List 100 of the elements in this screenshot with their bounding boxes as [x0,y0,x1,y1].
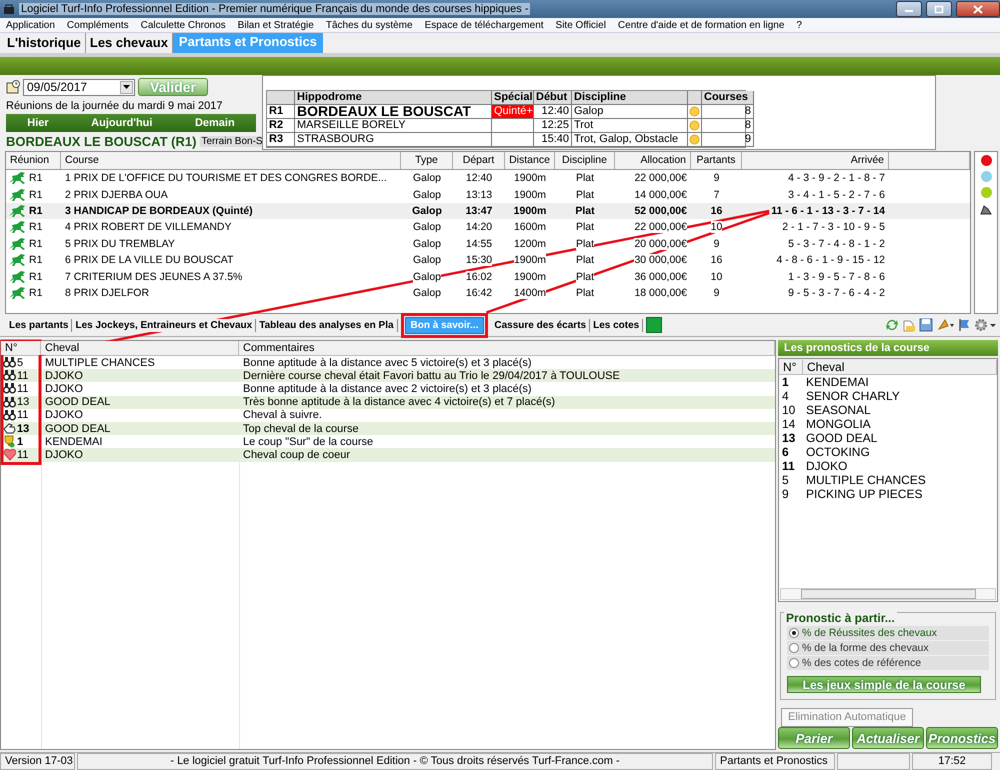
date-field[interactable]: 09/05/2017 [23,78,135,96]
horse-number: 6 [782,445,790,459]
column-header[interactable]: Réunion [6,152,61,169]
status-dot[interactable] [980,155,992,166]
table-cell-text: 16:42 [464,286,494,299]
refresh-icon[interactable] [885,318,899,332]
hand-icon [3,422,16,436]
column-header[interactable]: Cheval [803,360,997,374]
radio-option[interactable]: % de la forme des chevaux [787,640,989,655]
horse-name: GOOD DEAL [806,431,878,445]
status-dot[interactable] [980,187,992,198]
horse-number: 9 [782,487,790,501]
gear-icon[interactable] [974,318,996,332]
menu-item[interactable]: Calculette Chronos [134,20,232,30]
table-cell-text: 5 - 3 - 7 - 4 - 8 - 1 - 2 [787,238,886,250]
radio-option[interactable]: % de Réussites des chevaux [787,626,989,640]
status-text: - Le logiciel gratuit Turf-Info Professionnel Edition - © Tous droits réservés Turf-France.com - [77,753,713,770]
table-cell-text: 1 - 3 - 9 - 5 - 7 - 8 - 6 [787,270,886,283]
column-header[interactable]: N° [1,341,41,355]
menu-item[interactable]: Centre d'aide et de formation en ligne [612,20,790,30]
table-cell-text: 36 000,00€ [633,270,688,283]
horse-name: SEASONAL [806,403,872,417]
race-row[interactable]: R1 2 PRIX DJERBA OUA Galop 13:13 1900m Plat 14 000,00€ 7 3 - 4 - 1 - 5 - 2 - 7 - 6 [6,186,970,203]
table-cell: 12:25 [534,119,572,133]
column-header[interactable]: Départ [453,152,505,169]
column-header[interactable]: Course [61,152,401,169]
table-cell-text: 1 PRIX DE L'OFFICE DU TOURISME ET DES CONGRES BORDE... [64,172,388,184]
table-cell-text: 14 000,00€ [633,188,688,201]
menu-item[interactable]: Espace de téléchargement [418,20,550,30]
table-cell-text: Plat [574,221,596,234]
horse-number: 4 [782,389,790,403]
horse-rider-icon [8,220,26,234]
horse-rider-icon [8,204,26,218]
window-title: Logiciel Turf-Info Professionnel Edition - Premier numérique Français du monde des courses hippiques - [19,3,530,15]
table-cell-text: 5 PRIX DU TREMBLAY [64,238,176,250]
table-cell-text: Galop [412,221,442,234]
column-header[interactable]: Partants [691,152,742,169]
table-cell-text: Galop [412,172,442,184]
menu-item[interactable]: Site Officiel [550,20,612,30]
save-icon[interactable] [919,318,933,332]
table-cell-text: Très bonne aptitude à la distance avec 4 victoire(s) et 7 placé(s) [242,396,556,408]
flag-icon[interactable] [957,318,971,332]
meeting-name[interactable]: STRASBOURG [295,133,492,147]
column-header[interactable]: Type [401,152,453,169]
day-link[interactable]: Aujourd'hui [91,117,152,129]
document-icon[interactable] [902,318,916,332]
horse-name: DJOKO [806,459,848,473]
day-link[interactable]: Demain [194,117,235,129]
horse-number: 11 [782,459,796,473]
race-row[interactable]: R1 7 CRITERIUM DES JEUNES A 37.5% Galop 16:02 1900m Plat 36 000,00€ 10 1 - 3 - 9 - 5 - 7 - 8 - 6 [6,268,970,285]
minimize-button[interactable] [896,1,922,17]
mountain-icon[interactable] [980,203,992,215]
table-cell-text: 16 [710,254,724,266]
menu-item[interactable]: Application [0,20,61,30]
status-dot[interactable] [980,171,992,182]
race-row[interactable]: R1 6 PRIX DE LA VILLE DU BOUSCAT Galop 15:30 1900m Plat 30 000,00€ 16 4 - 8 - 6 - 1 - 9 - 15 - 12 [6,252,970,268]
close-icon [973,4,983,14]
table-cell-text: DJOKO [44,382,84,395]
radio-option[interactable]: % des cotes de référence [787,656,989,670]
race-row[interactable]: R1 4 PRIX ROBERT DE VILLEMANDY Galop 14:20 1600m Plat 22 000,00€ 10 2 - 1 - 7 - 3 - 10 - 9 - 5 [6,219,970,236]
column-header[interactable]: Allocation [615,152,691,169]
table-cell-text: Galop [412,188,442,201]
tab[interactable]: Tableau des analyses en Pla [256,318,398,332]
column-header[interactable]: N° [779,360,803,374]
maximize-icon [934,4,944,14]
day-link[interactable]: Hier [27,117,49,129]
race-row[interactable]: R1 5 PRIX DU TREMBLAY Galop 14:55 1200m Plat 20 000,00€ 9 5 - 3 - 7 - 4 - 8 - 1 - 2 [6,236,970,252]
meeting-name[interactable]: MARSEILLE BORELY [295,119,492,133]
square-tab[interactable] [646,317,662,333]
menu-item[interactable]: ? [790,20,808,30]
horse-number: 5 [782,473,790,487]
table-cell-text: 7 CRITERIUM DES JEUNES A 37.5% [64,270,244,283]
column-header[interactable]: Arrivée [742,152,889,169]
column-header[interactable]: Distance [505,152,555,169]
menu-item[interactable]: Tâches du système [320,20,419,30]
table-cell: 8 [702,119,754,133]
table-cell-text: 2 PRIX DJERBA OUA [64,188,169,201]
horizontal-scrollbar[interactable] [780,588,996,600]
column-header[interactable]: Discipline [555,152,615,169]
table-cell-text: 11 - 6 - 1 - 13 - 3 - 7 - 14 [770,204,886,217]
race-row[interactable]: R1 8 PRIX DJELFOR Galop 16:42 1400m Plat 18 000,00€ 9 9 - 5 - 3 - 7 - 6 - 4 - 2 [6,284,970,302]
table-cell-text: KENDEMAI [44,436,104,448]
maximize-button[interactable] [926,1,952,17]
race-row[interactable]: R1 1 PRIX DE L'OFFICE DU TOURISME ET DES CONGRES BORDE... Galop 12:40 1900m Plat 22 000,00€ 9 4 - 3 - 9 - 2 - 1 - 8 - 7 [6,170,970,186]
close-button[interactable] [956,1,1000,17]
meeting-name[interactable]: BORDEAUX LE BOUSCAT [295,105,492,119]
column-header: Début [534,91,572,105]
venue-title: BORDEAUX LE BOUSCAT (R1) [6,134,196,149]
meeting-code: R1 [267,105,295,119]
column-header[interactable]: Cheval [41,341,239,355]
table-cell-text: 22 000,00€ [633,221,688,234]
horse-number: 10 [782,403,796,417]
race-row[interactable]: R1 3 HANDICAP DE BORDEAUX (Quinté) Galop 13:47 1900m Plat 52 000,00€ 16 11 - 6 - 1 - 13 - 3 - 7 - 14 [6,202,970,220]
menu-item[interactable]: Bilan et Stratégie [232,20,320,30]
table-cell: R1 [29,286,42,299]
dropdown-icon [123,85,130,89]
horse-rider-icon [8,253,26,268]
menu-item[interactable]: Compléments [60,20,135,30]
heart-icon [3,448,16,462]
table-cell: R1 [29,270,42,283]
